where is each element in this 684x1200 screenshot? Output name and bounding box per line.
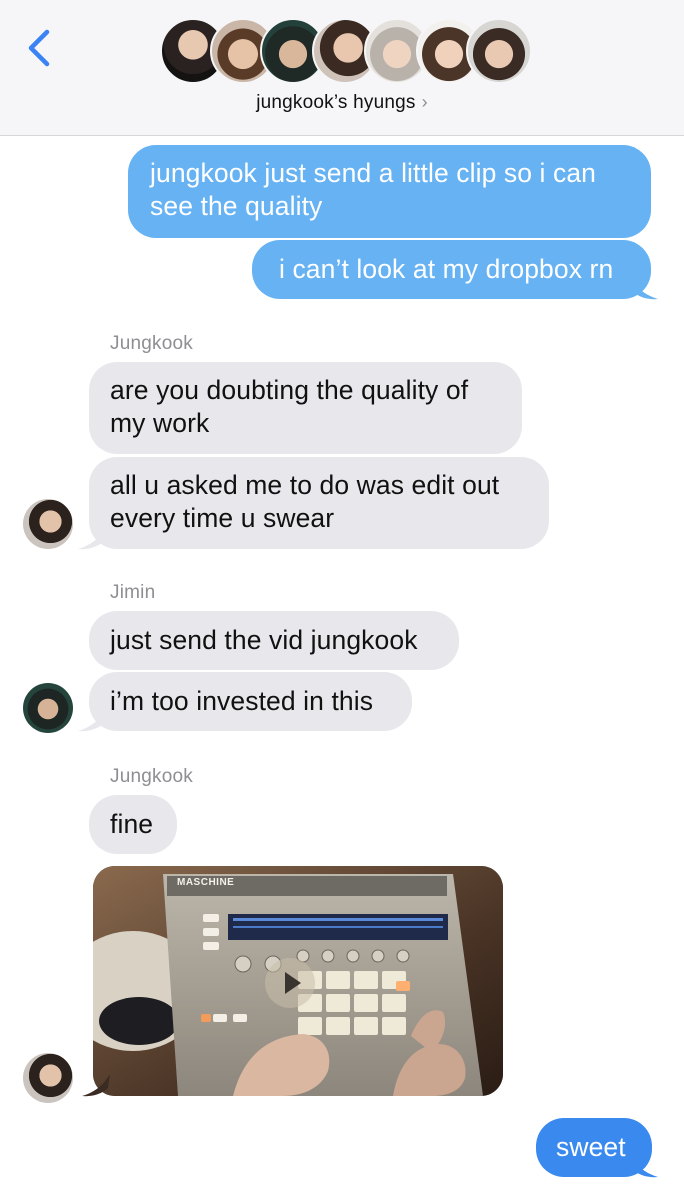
incoming-message[interactable]: i’m too invested in this xyxy=(89,672,412,731)
sender-name: Jimin xyxy=(110,582,156,603)
message-text: i’m too invested in this xyxy=(110,686,374,716)
outgoing-message[interactable]: jungkook just send a little clip so i ca… xyxy=(128,145,651,238)
sender-name: Jungkook xyxy=(110,333,193,354)
sender-avatar[interactable] xyxy=(23,1053,73,1103)
incoming-message[interactable]: just send the vid jungkook xyxy=(89,611,459,670)
chevron-right-icon: › xyxy=(421,92,428,112)
message-text: fine xyxy=(110,809,154,839)
play-icon xyxy=(285,972,301,994)
incoming-message[interactable]: are you doubting the quality of my work xyxy=(89,362,522,454)
message-text-line: all u asked me to do was edit out xyxy=(110,470,500,500)
incoming-message[interactable]: all u asked me to do was edit out every … xyxy=(89,457,549,549)
message-text: sweet xyxy=(556,1132,626,1162)
bubble-tail xyxy=(78,527,106,550)
sender-avatar[interactable] xyxy=(23,683,73,733)
incoming-message[interactable]: fine xyxy=(89,795,177,854)
sender-name: Jungkook xyxy=(110,766,193,787)
group-name-label[interactable]: jungkook’s hyungs › xyxy=(0,92,684,114)
chevron-left-icon xyxy=(28,29,50,67)
message-text-line: see the quality xyxy=(150,191,323,221)
chat-screen: jungkook’s hyungs › jungkook just send a … xyxy=(0,0,684,1200)
outgoing-message[interactable]: i can’t look at my dropbox rn xyxy=(252,240,651,299)
play-button[interactable] xyxy=(265,958,315,1008)
conversation-header: jungkook’s hyungs › xyxy=(0,0,684,136)
message-text-line: jungkook just send a little clip so i ca… xyxy=(150,158,597,188)
group-name-text: jungkook’s hyungs xyxy=(256,92,416,113)
message-text: i can’t look at my dropbox rn xyxy=(279,254,614,284)
group-avatars[interactable] xyxy=(160,18,532,90)
message-text: just send the vid jungkook xyxy=(110,625,418,655)
bubble-tail xyxy=(78,709,106,732)
member-avatar xyxy=(466,18,532,84)
video-attachment[interactable]: MASCHINE xyxy=(93,866,503,1096)
message-text-line: my work xyxy=(110,408,210,438)
message-text-line: are you doubting the quality of xyxy=(110,375,469,405)
back-button[interactable] xyxy=(22,26,56,70)
video-brand-label: MASCHINE xyxy=(177,877,235,888)
bubble-tail xyxy=(82,1074,110,1097)
message-text-line: every time u swear xyxy=(110,503,335,533)
bubble-tail xyxy=(630,277,658,300)
bubble-tail xyxy=(630,1155,658,1178)
sender-avatar[interactable] xyxy=(23,499,73,549)
